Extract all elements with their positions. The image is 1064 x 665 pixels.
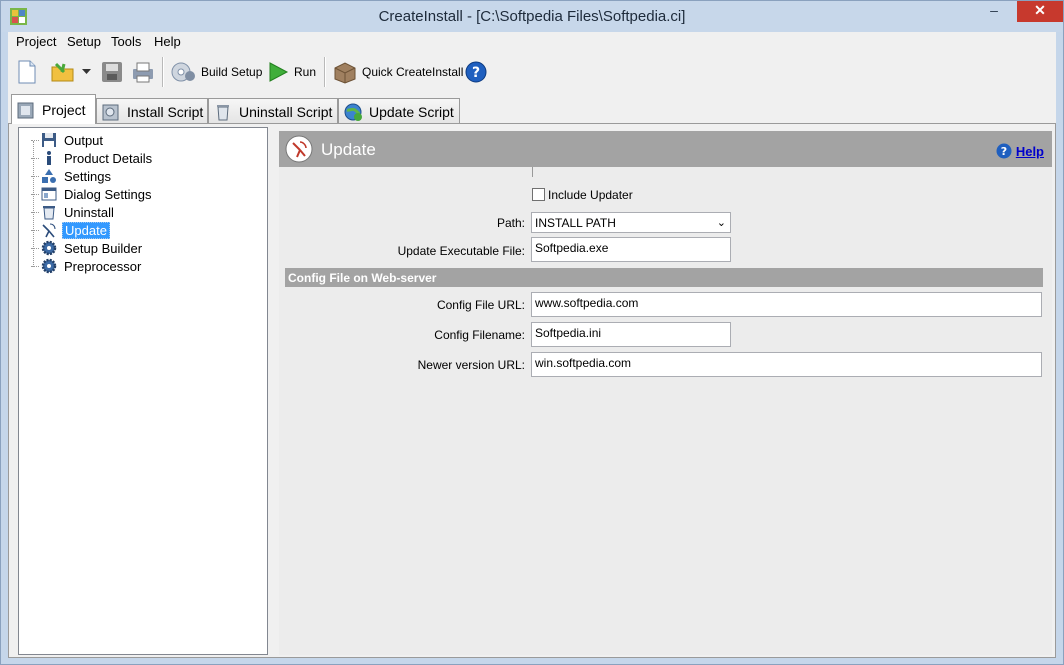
tree-item-label: Settings [64, 168, 111, 184]
config-url-input[interactable]: www.softpedia.com [531, 292, 1042, 317]
title-bar[interactable]: CreateInstall - [C:\Softpedia Files\Soft… [1, 1, 1063, 32]
dialog-icon [41, 187, 57, 201]
quick-createinstall-button[interactable]: Quick CreateInstall [333, 59, 463, 85]
menu-project[interactable]: Project [16, 34, 56, 49]
newer-url-input[interactable]: win.softpedia.com [531, 352, 1042, 377]
help-button[interactable]: ? [465, 59, 487, 85]
help-link[interactable]: ? Help [996, 143, 1044, 159]
path-label: Path: [496, 216, 525, 230]
tree-item-settings[interactable]: Settings [31, 167, 113, 185]
build-setup-label: Build Setup [201, 65, 263, 79]
tree-item-dialog-settings[interactable]: Dialog Settings [31, 185, 153, 203]
tree-item-uninstall[interactable]: Uninstall [31, 203, 116, 221]
tree-item-product-details[interactable]: Product Details [31, 149, 154, 167]
save-button[interactable] [101, 59, 123, 85]
tab-uninstall-script-label: Uninstall Script [239, 103, 333, 120]
run-label: Run [294, 65, 317, 79]
tree-item-label: Uninstall [64, 204, 114, 220]
printer-icon [133, 62, 153, 83]
tree-item-label: Update [62, 221, 110, 239]
close-button[interactable]: ✕ [1017, 1, 1063, 22]
update-panel: Update ? Help Include Updater Path: INST… [279, 131, 1052, 655]
tab-project[interactable]: Project [11, 94, 96, 124]
path-select-value: INSTALL PATH [535, 216, 616, 230]
tab-update-script[interactable]: Update Script [338, 98, 460, 124]
save-icon [102, 62, 122, 82]
tab-strip: Project Install Script Uninstall Script … [8, 94, 1056, 124]
dropdown-arrow-icon [82, 69, 91, 74]
window-title: CreateInstall - [C:\Softpedia Files\Soft… [378, 8, 686, 25]
include-updater-checkbox[interactable] [532, 188, 545, 201]
tab-install-script-label: Install Script [127, 103, 204, 120]
chevron-down-icon: ⌄ [716, 217, 726, 229]
tree-item-preprocessor[interactable]: Preprocessor [31, 257, 143, 275]
tab-content: Output Product Details Settings Dialog S… [8, 123, 1056, 658]
shapes-icon [42, 169, 56, 183]
minimize-button[interactable]: – [974, 1, 1014, 22]
gear-icon [41, 240, 57, 256]
section-header: Config File on Web-server [285, 268, 1043, 287]
open-folder-icon [51, 62, 74, 82]
tree-item-label: Output [64, 132, 104, 148]
gear-cd-icon [171, 62, 195, 82]
menu-tools[interactable]: Tools [111, 34, 141, 49]
config-filename-input[interactable]: Softpedia.ini [531, 322, 731, 347]
menu-setup[interactable]: Setup [67, 34, 101, 49]
print-button[interactable] [132, 59, 154, 85]
tree-item-label: Dialog Settings [64, 186, 152, 202]
tab-update-script-label: Update Script [369, 103, 454, 120]
tab-uninstall-script[interactable]: Uninstall Script [208, 98, 338, 124]
toolbar-separator [162, 57, 164, 87]
tree-item-label: Setup Builder [64, 240, 143, 256]
box-icon [334, 62, 356, 84]
update-antenna-icon [285, 135, 313, 163]
build-setup-button[interactable]: Build Setup [171, 59, 262, 85]
include-updater-label: Include Updater [548, 188, 633, 202]
path-select[interactable]: INSTALL PATH ⌄ [531, 212, 731, 233]
uninstall-icon [43, 206, 55, 220]
tab-project-label: Project [42, 101, 86, 118]
run-button[interactable]: Run [267, 59, 316, 85]
tree-item-update[interactable]: Update [31, 221, 110, 239]
svg-text:?: ? [472, 65, 480, 81]
info-icon [47, 151, 51, 165]
tick-mark [532, 167, 533, 177]
tree-item-label: Product Details [64, 150, 153, 166]
tree-item-output[interactable]: Output [31, 131, 105, 149]
toolbar: Build Setup Run Quick CreateInstall ? [8, 52, 1056, 94]
tab-install-script[interactable]: Install Script [96, 98, 208, 124]
config-url-label: Config File URL: [436, 298, 525, 312]
project-tree[interactable]: Output Product Details Settings Dialog S… [18, 127, 268, 655]
tree-item-label: Preprocessor [64, 258, 142, 274]
app-window: CreateInstall - [C:\Softpedia Files\Soft… [0, 0, 1064, 665]
toolbar-separator [324, 57, 326, 87]
globe-icon [344, 103, 362, 121]
recycle-bin-icon [217, 104, 229, 120]
open-button[interactable] [50, 59, 76, 85]
open-dropdown-button[interactable] [82, 59, 91, 85]
exe-input[interactable]: Softpedia.exe [531, 237, 731, 262]
quick-createinstall-label: Quick CreateInstall [362, 65, 464, 79]
play-icon [269, 62, 289, 82]
help-icon: ? [465, 61, 487, 83]
antenna-icon [42, 223, 56, 238]
svg-text:?: ? [1001, 145, 1007, 158]
floppy-icon [42, 133, 56, 147]
panel-header: Update ? Help [279, 131, 1052, 167]
exe-label: Update Executable File: [397, 244, 525, 258]
question-icon: ? [996, 143, 1012, 159]
gear-icon [41, 258, 57, 274]
help-link-label: Help [1015, 143, 1044, 159]
tree-item-setup-builder[interactable]: Setup Builder [31, 239, 144, 257]
newer-url-label: Newer version URL: [417, 358, 525, 372]
new-file-icon [18, 60, 36, 84]
project-icon [17, 102, 34, 118]
menu-help[interactable]: Help [154, 34, 181, 49]
panel-title: Update [321, 140, 376, 159]
new-button[interactable] [16, 59, 38, 85]
install-script-icon [102, 104, 119, 120]
menu-bar: Project Setup Tools Help [8, 32, 1056, 52]
config-filename-label: Config Filename: [434, 328, 525, 342]
